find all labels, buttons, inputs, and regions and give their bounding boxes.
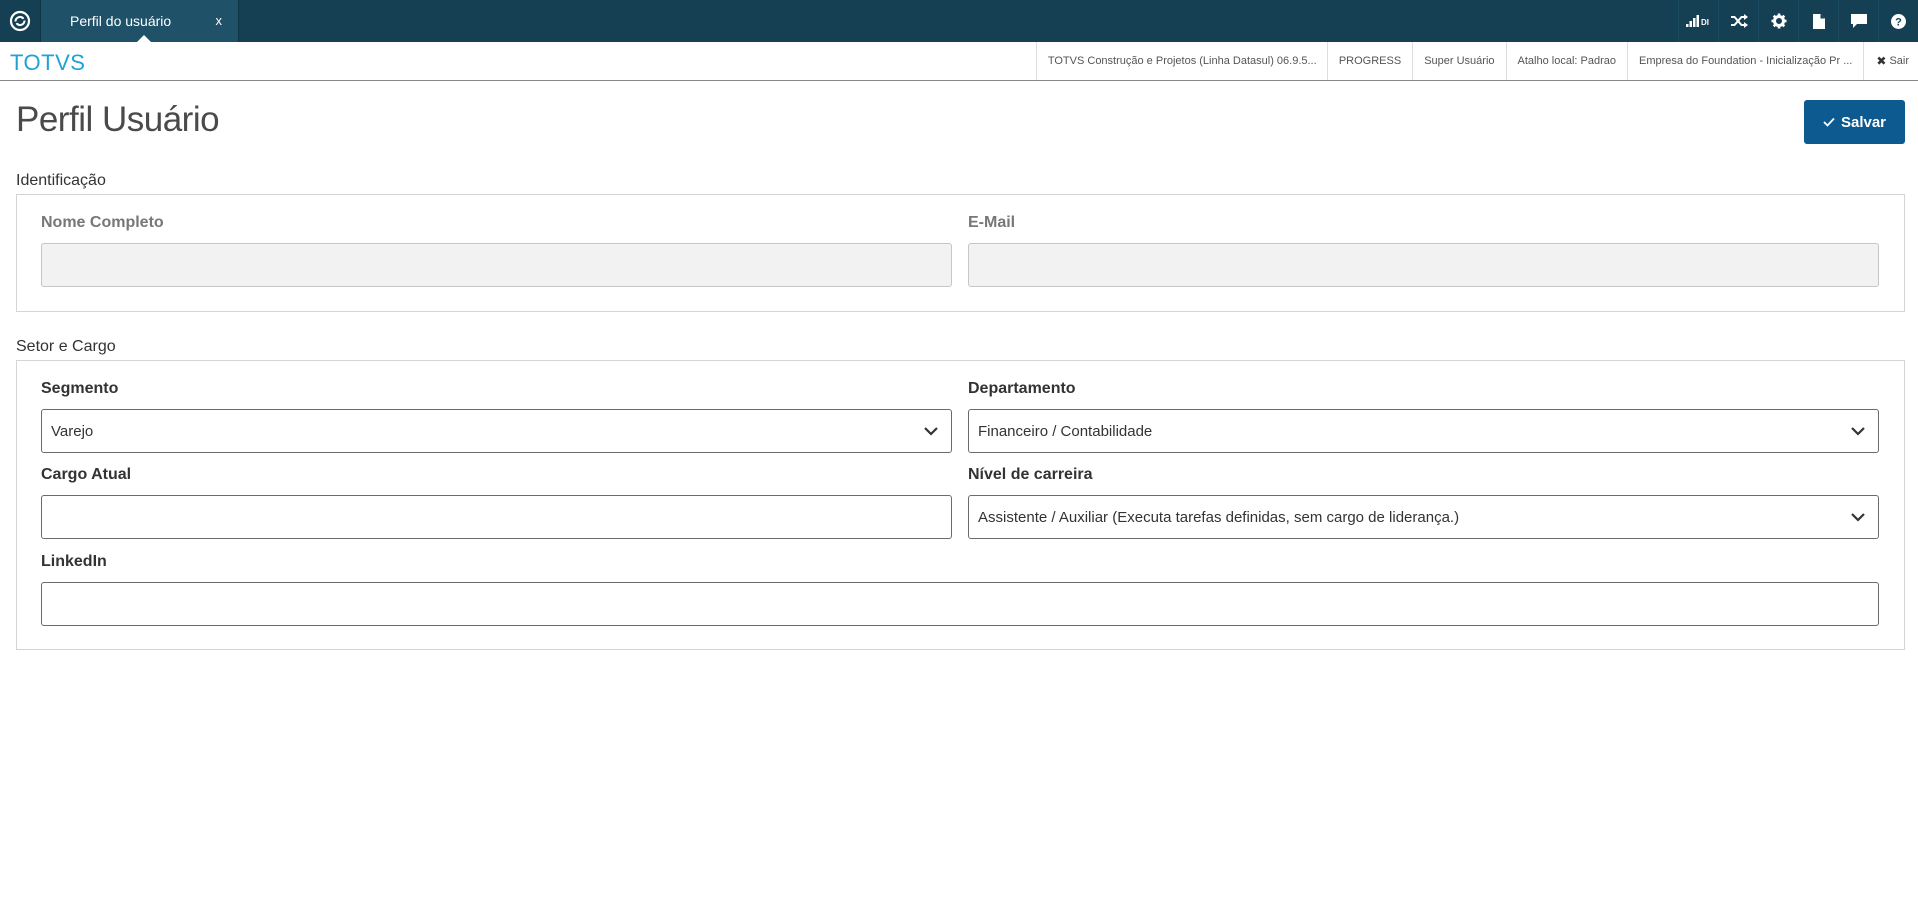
help-button[interactable]: ? [1878, 0, 1918, 42]
info-product[interactable]: TOTVS Construção e Projetos (Linha Datas… [1035, 42, 1327, 80]
nivel-carreira-label: Nível de carreira [968, 466, 1093, 483]
document-icon [1812, 13, 1825, 29]
nome-completo-field[interactable] [41, 243, 952, 287]
tab-active-indicator [137, 35, 151, 42]
nivel-carreira-select[interactable]: Assistente / Auxiliar (Executa tarefas d… [968, 495, 1879, 539]
close-icon: ✖ [1876, 54, 1887, 68]
save-button[interactable]: Salvar [1804, 100, 1905, 144]
chat-button[interactable] [1838, 0, 1878, 42]
svg-text:?: ? [1895, 16, 1902, 28]
chat-icon [1850, 14, 1867, 28]
segmento-label: Segmento [41, 380, 119, 397]
departamento-select[interactable]: Financeiro / Contabilidade [968, 409, 1879, 453]
panel-identificacao: Nome Completo E-Mail [16, 194, 1905, 312]
check-icon [1823, 117, 1835, 127]
chevron-down-icon [1851, 427, 1865, 436]
tab-label: Perfil do usuário [70, 13, 172, 29]
header-bar: TOTVS TOTVS Construção e Projetos (Linha… [0, 42, 1918, 81]
chevron-down-icon [924, 427, 938, 436]
logout-label: Sair [1889, 55, 1909, 67]
chevron-down-icon [1851, 513, 1865, 522]
panel-setor-cargo: Segmento Varejo Departamento Financeiro … [16, 360, 1905, 650]
shuffle-icon [1730, 14, 1748, 28]
signal-button[interactable]: DI [1678, 0, 1718, 42]
info-company[interactable]: Empresa do Foundation - Inicialização Pr… [1626, 42, 1863, 80]
email-field[interactable] [968, 243, 1879, 287]
page-title: Perfil Usuário [16, 100, 220, 139]
document-button[interactable] [1798, 0, 1838, 42]
signal-icon: DI [1685, 15, 1709, 27]
shuffle-button[interactable] [1718, 0, 1758, 42]
tab-close-button[interactable]: x [216, 13, 223, 28]
top-bar: Perfil do usuário x DI ? [0, 0, 1918, 42]
help-icon: ? [1891, 13, 1906, 29]
departamento-label: Departamento [968, 380, 1076, 397]
top-icons: DI ? [1678, 0, 1918, 42]
logout-button[interactable]: ✖ Sair [1863, 42, 1918, 80]
home-icon [9, 10, 31, 32]
departamento-value: Financeiro / Contabilidade [978, 422, 1153, 440]
segmento-value: Varejo [51, 422, 94, 440]
session-info: TOTVS Construção e Projetos (Linha Datas… [1035, 42, 1918, 80]
section-setor-title: Setor e Cargo [16, 338, 116, 355]
segmento-select[interactable]: Varejo [41, 409, 952, 453]
tab-perfil-usuario[interactable]: Perfil do usuário x [40, 0, 239, 42]
cargo-atual-label: Cargo Atual [41, 466, 132, 483]
brand-logo: TOTVS [10, 50, 86, 75]
nome-completo-label: Nome Completo [41, 214, 164, 231]
info-database[interactable]: PROGRESS [1326, 42, 1412, 80]
linkedin-label: LinkedIn [41, 553, 107, 570]
email-label: E-Mail [968, 214, 1016, 231]
linkedin-field[interactable] [41, 582, 1879, 626]
cargo-atual-field[interactable] [41, 495, 952, 539]
signal-badge: DI [1701, 18, 1709, 27]
home-button[interactable] [0, 0, 40, 42]
nivel-carreira-value: Assistente / Auxiliar (Executa tarefas d… [978, 508, 1460, 526]
save-label: Salvar [1840, 113, 1887, 131]
gear-icon [1771, 13, 1786, 29]
settings-button[interactable] [1758, 0, 1798, 42]
info-user[interactable]: Super Usuário [1412, 42, 1505, 80]
info-shortcut[interactable]: Atalho local: Padrao [1505, 42, 1627, 80]
section-identificacao-title: Identificação [16, 172, 106, 189]
